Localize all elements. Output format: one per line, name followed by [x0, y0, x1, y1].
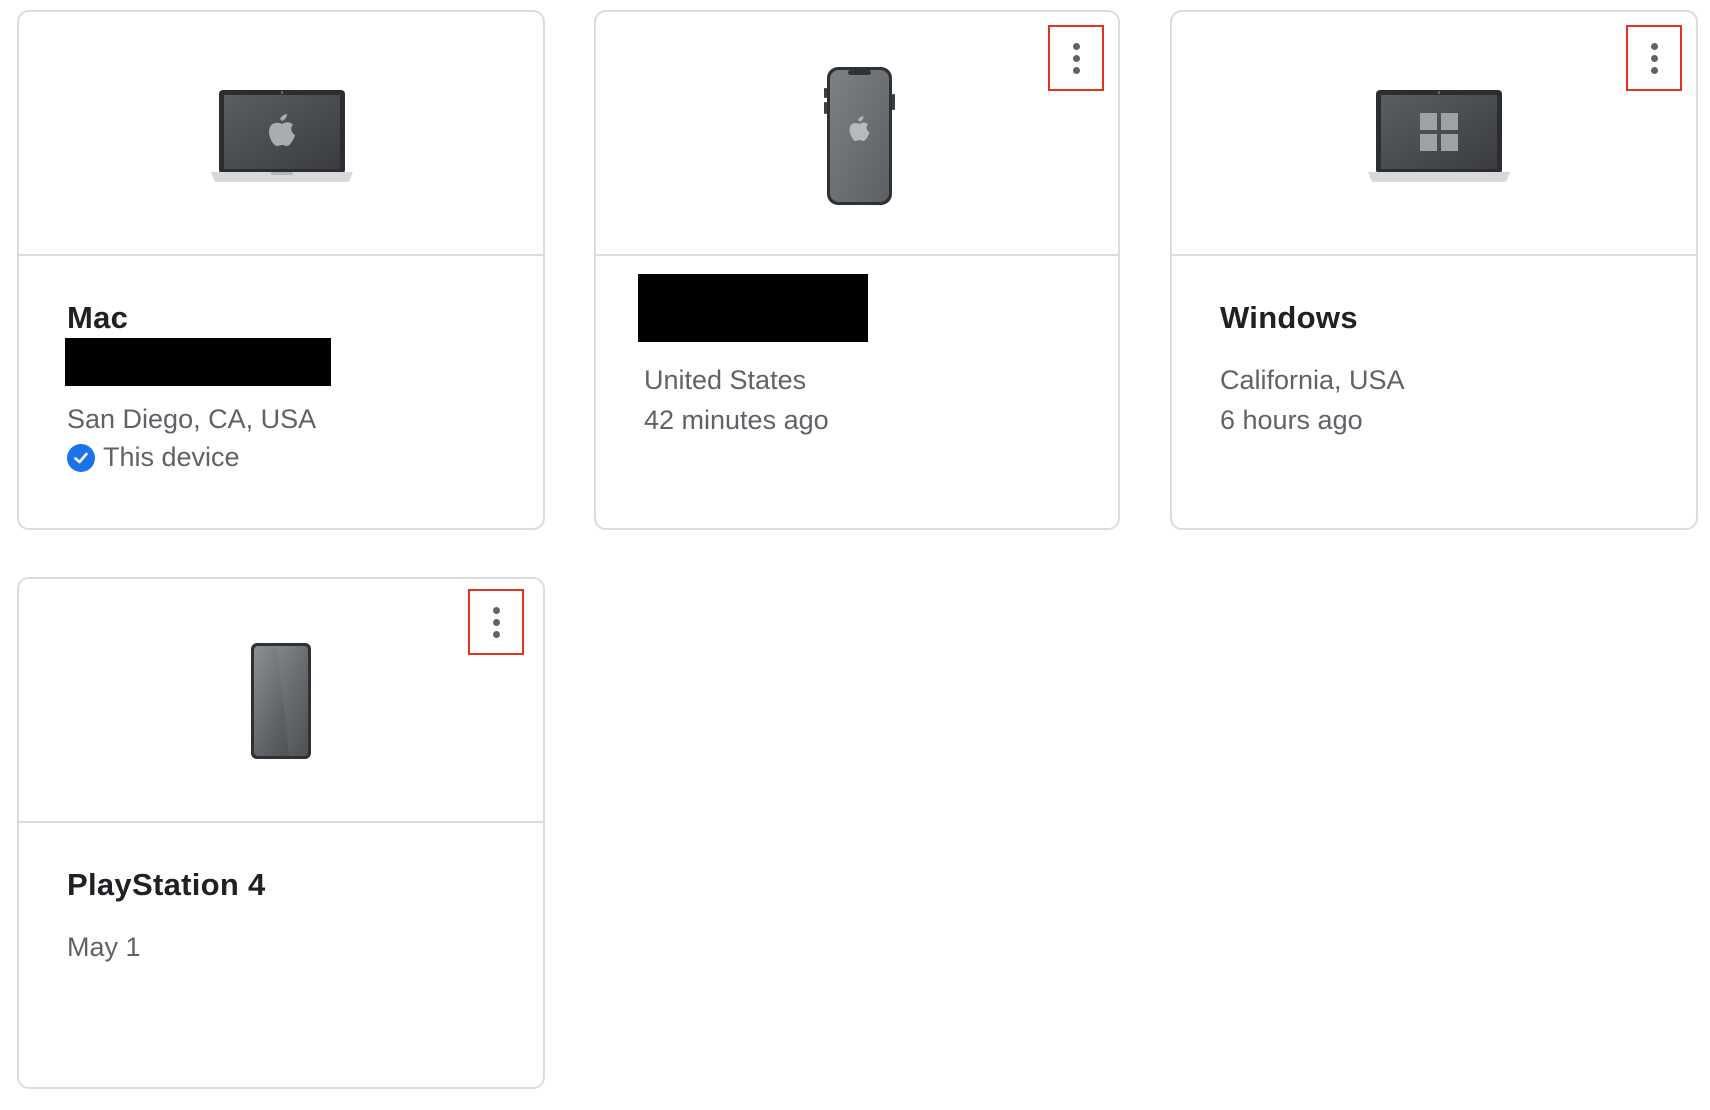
device-card-windows[interactable]: Windows California, USA 6 hours ago	[1170, 10, 1698, 530]
device-name: Windows	[1220, 300, 1358, 335]
iphone-icon	[824, 67, 895, 205]
device-location: United States	[644, 365, 807, 395]
device-location: San Diego, CA, USA	[67, 404, 317, 434]
device-last-seen: 6 hours ago	[1220, 405, 1363, 435]
device-image-area	[596, 12, 1118, 256]
device-card-playstation-4[interactable]: PlayStation 4 May 1	[17, 577, 545, 1089]
check-circle-icon	[67, 443, 95, 472]
more-vert-icon	[1650, 42, 1658, 50]
this-device-status: This device	[67, 442, 240, 473]
device-last-seen: 42 minutes ago	[644, 405, 829, 435]
device-image-area	[19, 12, 543, 256]
redacted-device-name	[638, 274, 868, 342]
macbook-icon	[211, 90, 353, 182]
status-label: This device	[103, 442, 240, 472]
more-vert-icon	[1072, 42, 1080, 50]
device-image-area	[19, 579, 543, 823]
generic-phone-icon	[251, 643, 311, 759]
device-card-iphone[interactable]: United States 42 minutes ago	[594, 10, 1120, 530]
more-options-button[interactable]	[1048, 25, 1104, 91]
device-last-seen: May 1	[67, 932, 141, 962]
device-name: Mac	[67, 300, 129, 335]
more-vert-icon	[492, 606, 500, 614]
device-name: PlayStation 4	[67, 867, 266, 902]
device-card-mac[interactable]: Mac San Diego, CA, USA This device	[17, 10, 545, 530]
device-image-area	[1172, 12, 1696, 256]
more-options-button[interactable]	[468, 589, 524, 655]
more-options-button[interactable]	[1626, 25, 1682, 91]
windows-laptop-icon	[1368, 90, 1510, 182]
device-location: California, USA	[1220, 365, 1405, 395]
redacted-block	[65, 338, 331, 386]
